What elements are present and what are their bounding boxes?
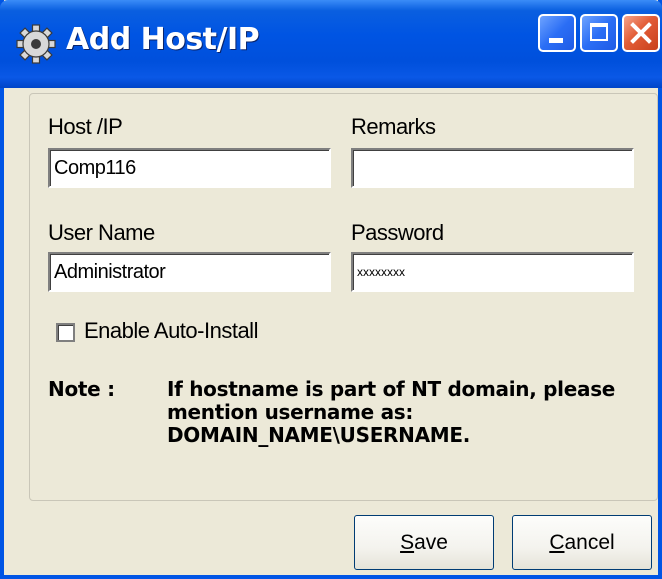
minimize-button[interactable]	[538, 14, 576, 52]
minimize-icon	[549, 38, 563, 43]
close-icon	[630, 22, 652, 44]
username-input[interactable]	[48, 252, 331, 292]
save-accelerator: S	[400, 531, 415, 554]
host-input[interactable]	[48, 148, 331, 188]
maximize-button[interactable]	[580, 14, 618, 52]
cancel-button[interactable]: Cancel	[512, 515, 652, 570]
add-host-dialog: Add Host/IP Host /IP Remarks User Name P…	[0, 0, 662, 579]
close-button[interactable]	[622, 14, 660, 52]
gear-icon	[16, 24, 56, 64]
maximize-icon	[590, 23, 608, 41]
save-button[interactable]: Save	[354, 515, 494, 570]
note-label: Note :	[48, 377, 115, 401]
note-line-2: mention username as:	[167, 400, 414, 424]
remarks-label: Remarks	[351, 114, 436, 139]
auto-install-label[interactable]: Enable Auto-Install	[84, 318, 258, 344]
password-input[interactable]	[351, 252, 634, 292]
username-label: User Name	[48, 220, 155, 245]
cancel-label: ancel	[564, 531, 615, 554]
auto-install-checkbox[interactable]	[56, 323, 75, 342]
note-line-1: If hostname is part of NT domain, please	[167, 377, 616, 401]
title-bar[interactable]: Add Host/IP	[0, 0, 662, 88]
cancel-accelerator: C	[549, 531, 565, 554]
save-label: ave	[414, 531, 448, 554]
password-label: Password	[351, 220, 444, 245]
host-label: Host /IP	[48, 114, 123, 139]
remarks-input[interactable]	[351, 148, 634, 188]
window-title: Add Host/IP	[66, 22, 260, 57]
note-line-3: DOMAIN_NAME\USERNAME.	[167, 423, 471, 447]
